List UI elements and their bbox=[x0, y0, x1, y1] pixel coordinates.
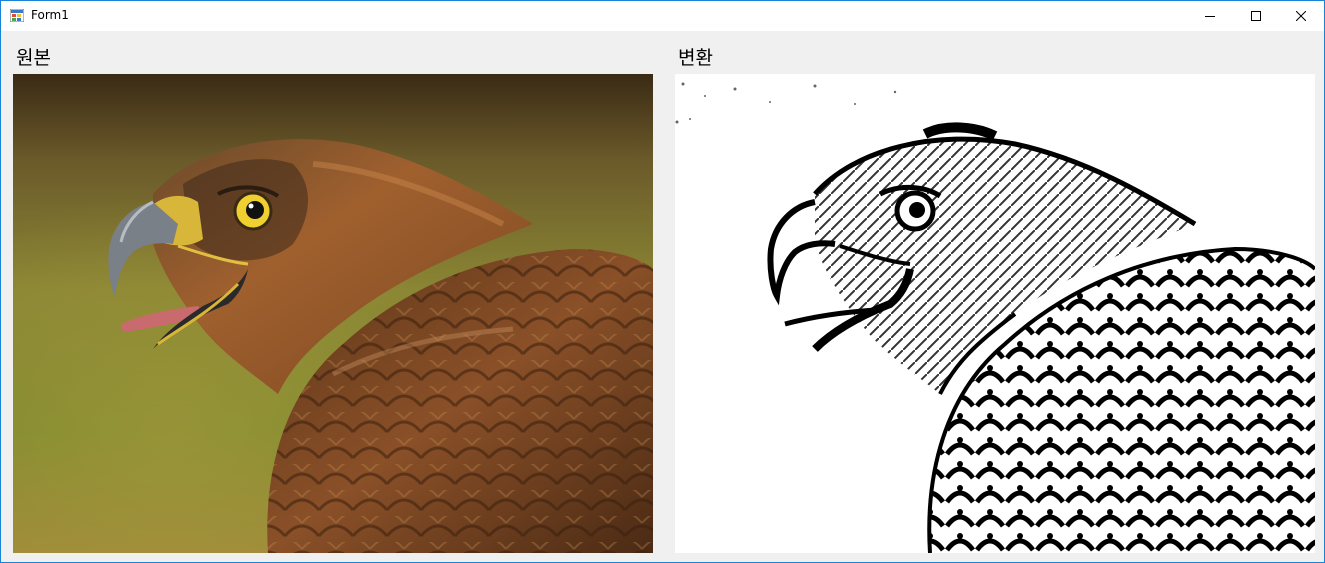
minimize-button[interactable] bbox=[1187, 1, 1233, 31]
main-window: Form1 원본 변환 bbox=[0, 0, 1325, 563]
close-button[interactable] bbox=[1278, 1, 1324, 31]
maximize-button[interactable] bbox=[1233, 1, 1279, 31]
minimize-icon bbox=[1205, 16, 1215, 17]
converted-picturebox bbox=[675, 74, 1315, 553]
original-picturebox bbox=[13, 74, 653, 553]
window-title: Form1 bbox=[31, 8, 69, 22]
app-icon[interactable] bbox=[10, 9, 24, 22]
eagle-threshold-image bbox=[675, 74, 1315, 553]
converted-label: 변환 bbox=[678, 47, 713, 69]
original-label: 원본 bbox=[16, 47, 51, 69]
maximize-icon bbox=[1251, 11, 1261, 21]
eagle-photo bbox=[13, 74, 653, 553]
close-icon bbox=[1296, 11, 1306, 21]
title-bar[interactable]: Form1 bbox=[1, 1, 1324, 31]
